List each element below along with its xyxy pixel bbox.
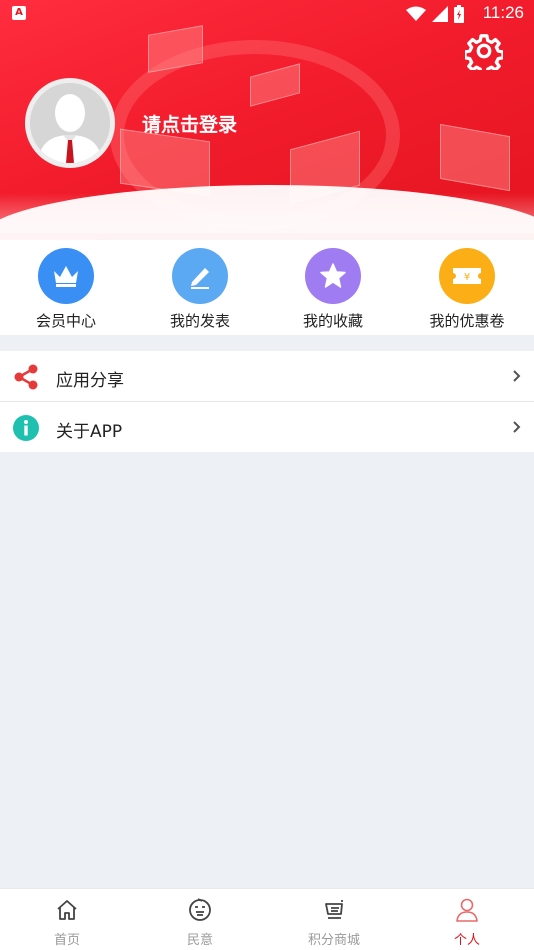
tab-label: 个人 [453, 933, 480, 948]
battery-icon [454, 5, 464, 23]
default-avatar-icon [30, 83, 110, 163]
settings-list: 应用分享 关于APP [0, 351, 534, 452]
my-coupons-button[interactable]: ¥ 我的优惠卷 [417, 248, 517, 331]
status-icons [406, 5, 464, 23]
profile-header: A 11:26 请点击登录 [0, 0, 534, 245]
list-item-label: 应用分享 [56, 371, 124, 391]
status-bar: A 11:26 [0, 0, 534, 28]
tab-opinion[interactable]: 民意 [150, 897, 250, 948]
avatar[interactable] [25, 78, 115, 168]
tab-personal[interactable]: 个人 [417, 897, 517, 948]
pencil-icon [172, 248, 228, 304]
opinion-icon [189, 898, 211, 921]
tab-label: 积分商城 [307, 933, 360, 948]
quick-item-label: 我的优惠卷 [429, 312, 505, 330]
chevron-right-icon [513, 421, 521, 433]
tab-label: 民意 [186, 933, 213, 948]
login-prompt[interactable]: 请点击登录 [142, 110, 237, 137]
svg-text:¥: ¥ [464, 272, 470, 283]
member-center-button[interactable]: 会员中心 [16, 248, 116, 331]
list-item-share[interactable]: 应用分享 [0, 351, 534, 402]
quick-item-label: 我的收藏 [302, 312, 363, 330]
gear-icon[interactable] [465, 32, 503, 70]
list-item-about[interactable]: 关于APP [0, 402, 534, 452]
star-icon [305, 248, 361, 304]
home-icon [57, 900, 77, 920]
info-icon [13, 415, 39, 441]
quick-menu: 会员中心 我的发表 我的收藏 ¥ 我的优惠卷 [0, 240, 534, 335]
coupon-icon: ¥ [439, 248, 495, 304]
quick-item-label: 会员中心 [35, 312, 96, 330]
chevron-right-icon [513, 370, 521, 382]
my-favorites-button[interactable]: 我的收藏 [283, 248, 383, 331]
my-posts-button[interactable]: 我的发表 [150, 248, 250, 331]
signal-icon [432, 6, 448, 22]
tab-home[interactable]: 首页 [17, 897, 117, 948]
tab-label: 首页 [53, 933, 80, 948]
crown-icon [38, 248, 94, 304]
wifi-icon [406, 6, 426, 21]
decorative-block [440, 123, 510, 192]
bottom-nav: 首页 民意 积分商城 个人 [0, 888, 534, 950]
status-time: 11:26 [482, 3, 524, 22]
list-item-label: 关于APP [56, 422, 123, 442]
tab-points-mall[interactable]: 积分商城 [284, 897, 384, 948]
share-icon [14, 364, 38, 390]
cart-icon [325, 900, 343, 919]
quick-item-label: 我的发表 [169, 312, 230, 330]
person-icon [456, 898, 478, 922]
app-notification-icon: A [12, 6, 26, 20]
